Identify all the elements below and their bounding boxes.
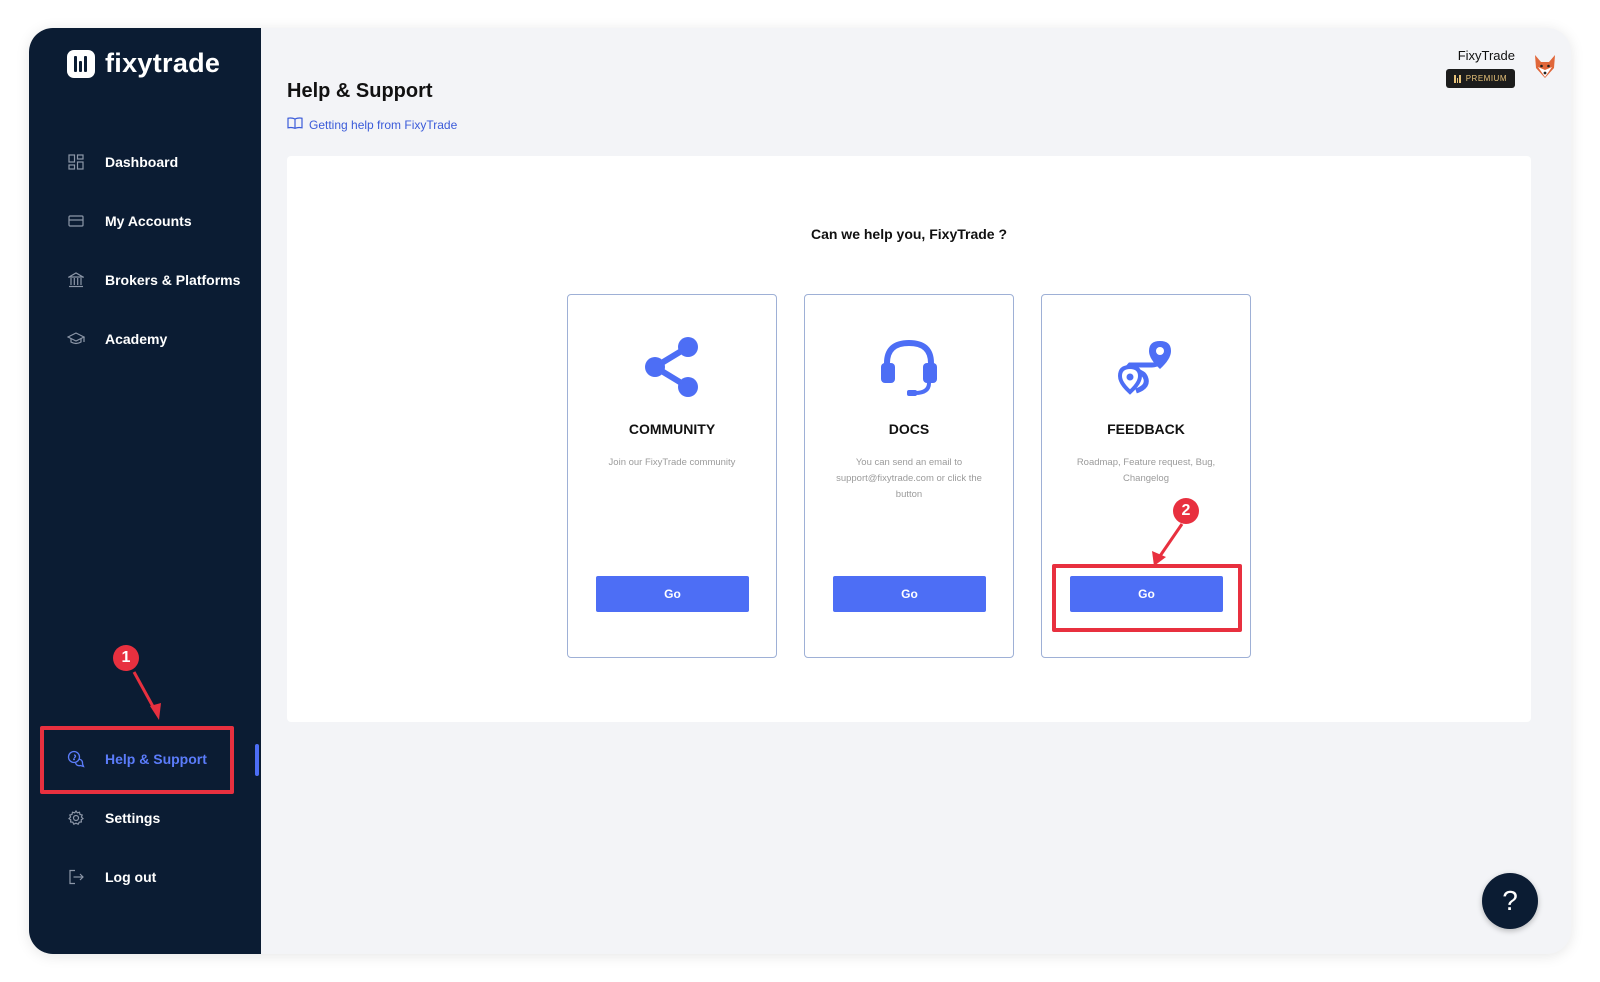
sidebar-item-label: Academy [105,331,168,347]
headset-icon [805,335,1013,405]
bank-icon [67,271,85,289]
sidebar-item-dashboard[interactable]: Dashboard [67,149,178,175]
annotation-box-feedback-go [1052,564,1242,632]
share-icon [568,335,776,405]
dashboard-icon [67,153,85,171]
card-description: Join our FixyTrade community [608,457,736,468]
premium-badge: PREMIUM [1446,69,1515,88]
annotation-box-help-support [40,726,234,794]
annotation-number: 2 [1173,498,1199,524]
app-window: fixytrade Dashboard My Accounts Brokers … [29,28,1571,954]
sidebar-item-label: My Accounts [105,213,192,229]
help-fab-button[interactable]: ? [1482,873,1538,929]
annotation-number: 1 [113,645,139,671]
main-content: Help & Support Getting help from FixyTra… [261,28,1571,954]
gear-icon [67,809,85,827]
page-title: Help & Support [287,80,433,102]
card-description: Roadmap, Feature request, Bug, Changelog [1076,457,1216,484]
card-icon [67,212,85,230]
help-content-card: Can we help you, FixyTrade ? COMMUNITY J… [287,156,1531,722]
sidebar-item-log-out[interactable]: Log out [67,864,156,890]
logout-icon [67,868,85,886]
logo-mark-icon [67,49,95,78]
sidebar-item-academy[interactable]: Academy [67,326,167,352]
graduation-cap-icon [67,330,85,348]
logo[interactable]: fixytrade [67,48,220,79]
card-description: You can send an email to support@fixytra… [836,457,982,500]
sidebar-item-label: Dashboard [105,154,179,170]
community-go-button[interactable]: Go [596,576,749,612]
sidebar-item-label: Settings [105,810,161,826]
sidebar-item-brokers-platforms[interactable]: Brokers & Platforms [67,267,240,293]
help-link-label: Getting help from FixyTrade [309,117,458,132]
help-question: Can we help you, FixyTrade ? [810,226,1008,242]
logo-mark-icon [1454,74,1461,83]
logo-text: fixytrade [105,48,221,78]
user-menu[interactable]: FixyTrade PREMIUM [1446,48,1515,88]
sidebar-item-my-accounts[interactable]: My Accounts [67,208,192,234]
route-map-icon [1042,335,1250,405]
help-link[interactable]: Getting help from FixyTrade [287,117,457,132]
community-card: COMMUNITY Join our FixyTrade community G… [567,294,777,658]
card-title: COMMUNITY [628,421,716,437]
card-title: DOCS [888,421,930,437]
docs-card: DOCS You can send an email to support@fi… [804,294,1014,658]
book-icon [287,117,303,132]
active-indicator [255,744,259,776]
user-name: FixyTrade [1457,48,1515,63]
card-title: FEEDBACK [1107,421,1185,437]
sidebar: fixytrade Dashboard My Accounts Brokers … [29,28,261,954]
fox-avatar-icon[interactable] [1533,54,1557,80]
sidebar-item-label: Log out [105,869,157,885]
docs-go-button[interactable]: Go [833,576,986,612]
sidebar-item-settings[interactable]: Settings [67,805,160,831]
sidebar-item-label: Brokers & Platforms [105,272,241,288]
